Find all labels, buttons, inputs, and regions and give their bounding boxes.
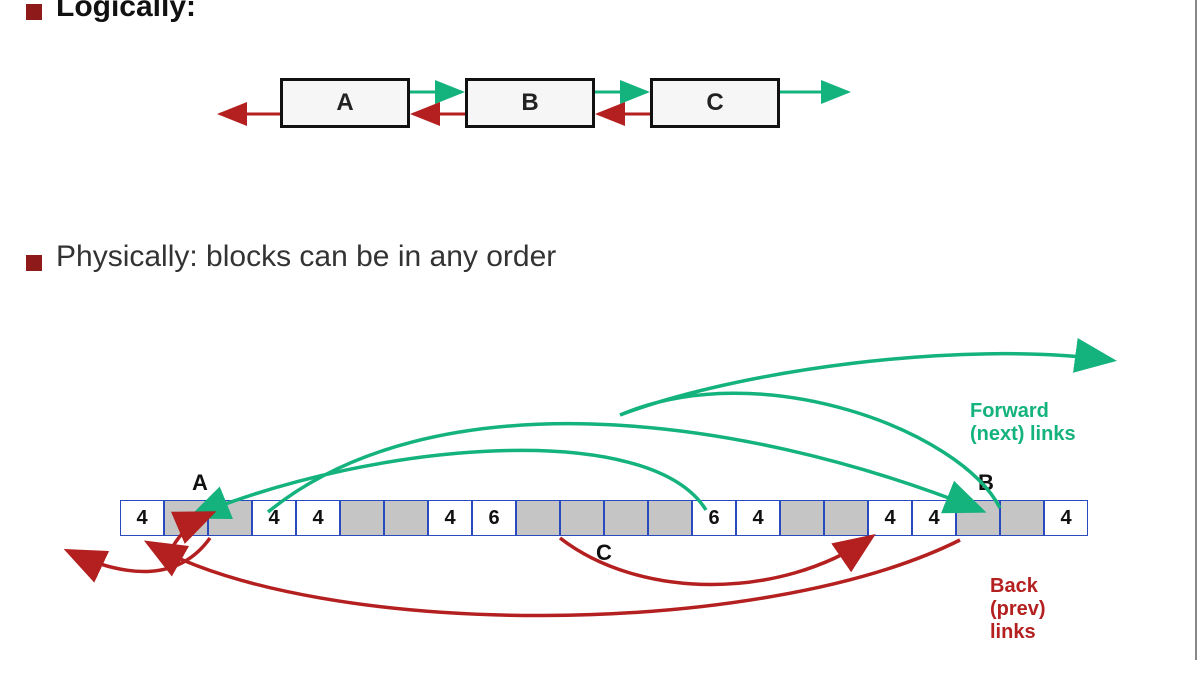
logical-box-c: C	[650, 78, 780, 128]
logical-box-a: A	[280, 78, 410, 128]
physical-diagram: 4444664444 A B C Forward (next) links Ba…	[120, 480, 1080, 600]
bullet-physically: Physically: blocks can be in any order	[56, 240, 556, 274]
logical-diagram: A B C	[240, 78, 860, 138]
bullet-icon	[26, 255, 42, 271]
logical-box-b: B	[465, 78, 595, 128]
physical-arrows	[0, 320, 1197, 680]
bullet-icon	[26, 4, 42, 20]
bullet-logically: Logically:	[56, 0, 196, 24]
